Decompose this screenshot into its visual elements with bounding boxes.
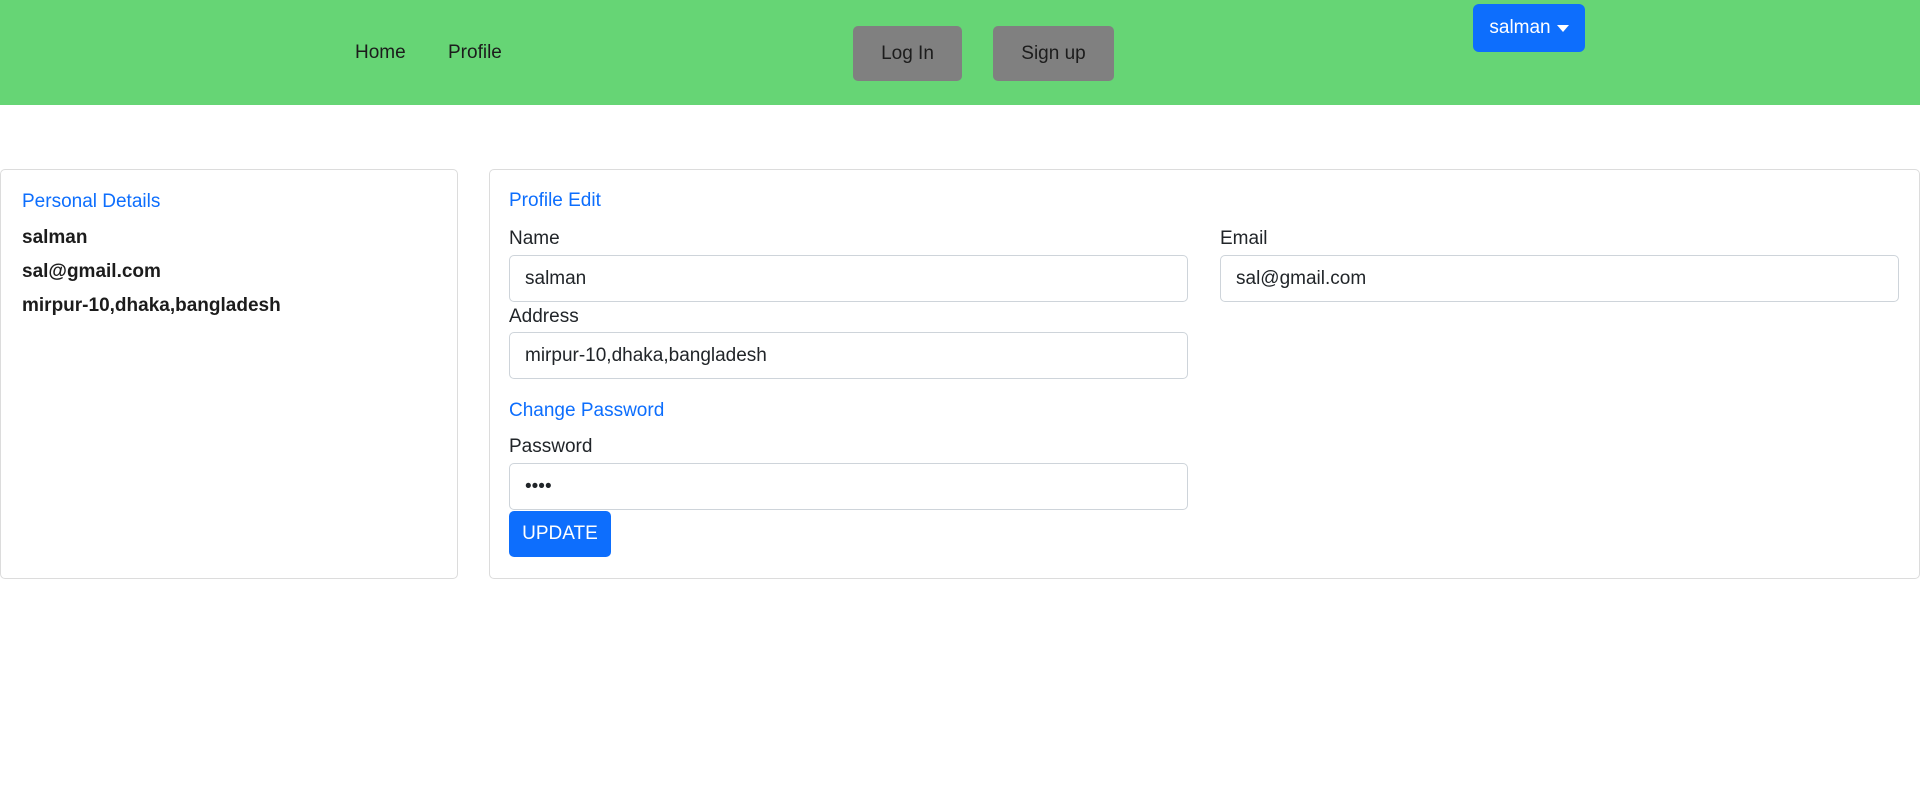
profile-edit-title: Profile Edit bbox=[509, 190, 601, 211]
personal-name: salman bbox=[22, 227, 88, 248]
nav-profile-link[interactable]: Profile bbox=[448, 42, 502, 64]
login-button[interactable]: Log In bbox=[853, 26, 962, 81]
navbar: Home Profile Log In Sign up salman bbox=[0, 0, 1920, 105]
user-dropdown-button[interactable]: salman bbox=[1473, 4, 1585, 52]
change-password-title: Change Password bbox=[509, 400, 665, 421]
update-button[interactable]: UPDATE bbox=[509, 511, 611, 557]
address-label: Address bbox=[509, 306, 579, 327]
name-label: Name bbox=[509, 228, 560, 249]
personal-email: sal@gmail.com bbox=[22, 261, 161, 282]
email-input[interactable]: sal@gmail.com bbox=[1220, 255, 1899, 302]
nav-home-link[interactable]: Home bbox=[355, 42, 406, 64]
signup-button[interactable]: Sign up bbox=[993, 26, 1114, 81]
personal-details-card: Personal Details salman sal@gmail.com mi… bbox=[0, 169, 458, 579]
personal-address: mirpur-10,dhaka,bangladesh bbox=[22, 295, 281, 316]
password-input[interactable]: •••• bbox=[509, 463, 1188, 510]
personal-details-title: Personal Details bbox=[22, 191, 161, 212]
user-name: salman bbox=[1489, 17, 1551, 38]
name-input[interactable]: salman bbox=[509, 255, 1188, 302]
address-input[interactable]: mirpur-10,dhaka,bangladesh bbox=[509, 332, 1188, 379]
email-label: Email bbox=[1220, 228, 1268, 249]
password-label: Password bbox=[509, 436, 593, 457]
caret-down-icon bbox=[1556, 24, 1569, 32]
